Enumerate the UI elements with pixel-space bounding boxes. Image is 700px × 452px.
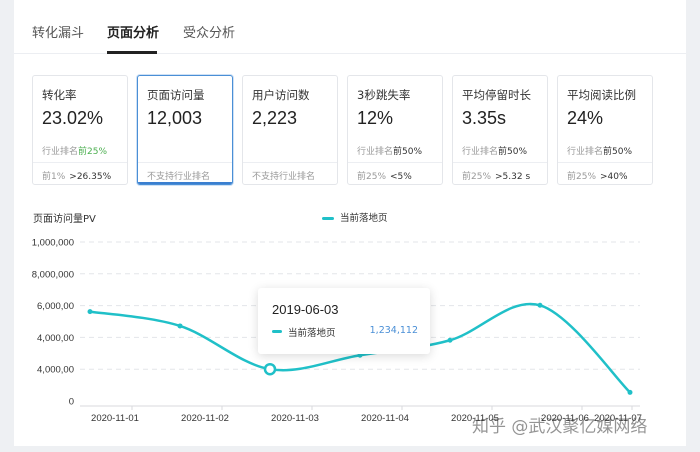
tooltip-swatch xyxy=(272,330,282,333)
watermark: 知乎 @武汉聚亿媒网络 xyxy=(472,417,648,437)
y-tick-label: 4,000,00 xyxy=(37,333,74,344)
tooltip-value: 1,234,112 xyxy=(369,325,418,336)
tooltip-date: 2019-06-03 xyxy=(272,302,339,317)
y-tick-label: 1,000,000 xyxy=(32,238,74,249)
data-point xyxy=(87,309,93,315)
x-tick-label: 2020-11-03 xyxy=(271,413,319,424)
x-tick-label: 2020-11-01 xyxy=(91,413,139,424)
x-tick-label: 2020-11-02 xyxy=(181,413,229,424)
page-views-line-chart[interactable]: 1,000,000 8,000,000 6,000,00 4,000,00 4,000,… xyxy=(0,0,700,452)
y-tick-label: 6,000,00 xyxy=(37,301,74,312)
data-point xyxy=(177,323,183,329)
tooltip-series-label: 当前落地页 xyxy=(288,328,336,339)
data-point xyxy=(627,389,633,395)
data-point xyxy=(537,302,543,308)
highlighted-data-point xyxy=(263,362,277,376)
y-tick-label: 4,000,00 xyxy=(37,365,74,376)
x-tick-label: 2020-11-04 xyxy=(361,413,409,424)
y-tick-label: 8,000,000 xyxy=(32,269,74,280)
chart-tooltip: 2019-06-03 当前落地页 1,234,112 xyxy=(258,288,430,354)
y-tick-label: 0 xyxy=(69,397,74,408)
data-point xyxy=(447,337,453,343)
